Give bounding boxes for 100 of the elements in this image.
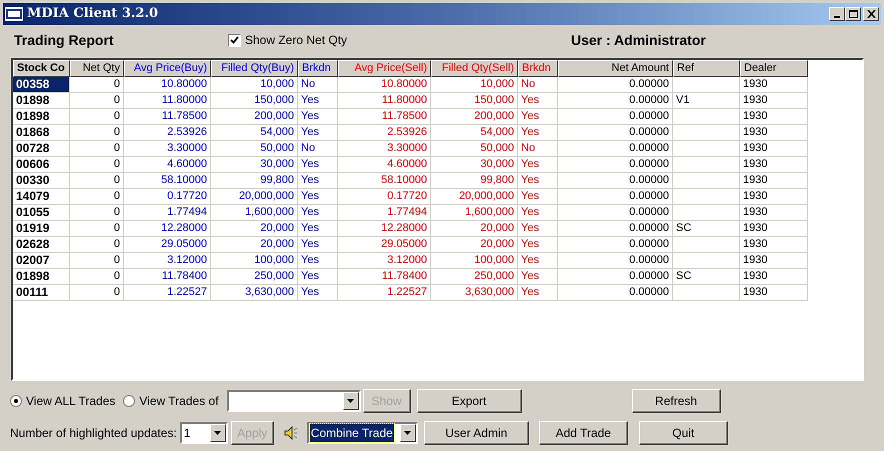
mode-select[interactable]: Combine Trade [306,422,418,444]
table-cell: 0 [70,285,124,301]
table-cell: 3.30000 [124,141,211,157]
column-header[interactable]: Dealer [740,60,808,77]
table-cell: 58.10000 [124,173,211,189]
table-cell: Yes [298,253,338,269]
table-cell: 0.00000 [558,221,673,237]
table-cell: 0.00000 [558,157,673,173]
speaker-icon[interactable] [284,426,298,440]
table-cell: 1930 [740,173,808,189]
table-cell: Yes [298,189,338,205]
maximize-icon [848,10,858,18]
table-cell: 58.10000 [338,173,431,189]
checkbox[interactable] [228,34,241,46]
column-header[interactable]: Filled Qty(Buy) [211,60,298,77]
table-cell: 1930 [740,77,808,93]
export-button[interactable]: Export [416,389,522,413]
table-cell: 1930 [740,157,808,173]
column-header[interactable]: Stock Co [13,60,70,77]
table-cell: 14079 [13,189,70,205]
table-cell: 1930 [740,109,808,125]
table-cell: 1930 [740,237,808,253]
table-cell: 0.00000 [558,237,673,253]
table-cell: Yes [518,237,558,253]
table-cell: 0 [70,109,124,125]
table-cell: Yes [298,237,338,253]
radio-button[interactable] [123,395,136,407]
column-header[interactable]: Ref [673,60,740,77]
table-cell [673,253,740,269]
table-cell: 00111 [13,285,70,301]
table-cell: 0 [70,173,124,189]
quit-button[interactable]: Quit [638,421,728,445]
table-cell: 11.80000 [124,93,211,109]
table-cell: 250,000 [431,269,518,285]
table-cell: 3.12000 [124,253,211,269]
table-cell: 00606 [13,157,70,173]
table-cell: 3,630,000 [211,285,298,301]
table-cell: 0 [70,237,124,253]
table-cell: 0 [70,189,124,205]
table-cell: No [298,141,338,157]
highlight-count-select[interactable]: 1 [180,422,228,444]
table-cell: 1,600,000 [211,205,298,221]
column-header[interactable]: Brkdn [298,60,338,77]
user-admin-button[interactable]: User Admin [424,421,529,445]
table-cell: Yes [298,173,338,189]
table-cell: 01898 [13,109,70,125]
table-cell: 100,000 [211,253,298,269]
table-cell: 250,000 [211,269,298,285]
table-cell: 11.78400 [124,269,211,285]
table-cell: 3.30000 [338,141,431,157]
table-cell: 0.00000 [558,93,673,109]
table-cell: Yes [518,221,558,237]
table-cell: 0 [70,77,124,93]
table-cell: 50,000 [431,141,518,157]
table-cell: 3.12000 [338,253,431,269]
table-cell: 11.78400 [338,269,431,285]
table-cell: 100,000 [431,253,518,269]
table-cell: 00728 [13,141,70,157]
table-cell: 1930 [740,221,808,237]
maximize-button[interactable] [845,7,861,21]
minimize-button[interactable] [829,7,845,21]
table-cell: 20,000 [431,221,518,237]
table-cell: SC [673,269,740,285]
radio-label: View ALL Trades [26,393,116,410]
table-cell: 99,800 [211,173,298,189]
table-cell: 1.22527 [124,285,211,301]
table-cell: 54,000 [211,125,298,141]
table-cell: 54,000 [431,125,518,141]
table-cell: 11.78500 [338,109,431,125]
column-header[interactable]: Avg Price(Buy) [124,60,211,77]
table-cell: 200,000 [211,109,298,125]
table-cell: 00358 [13,77,70,93]
column-header[interactable]: Net Amount [558,60,673,77]
report-title: Trading Report [14,30,115,50]
table-cell: 0 [70,125,124,141]
refresh-button[interactable]: Refresh [632,389,721,413]
table-cell: 10,000 [211,77,298,93]
table-cell: 150,000 [431,93,518,109]
table-cell: 29.05000 [124,237,211,253]
table-cell: 0 [70,141,124,157]
trader-select[interactable] [226,390,361,412]
app-icon [5,7,23,21]
table-cell: 3,630,000 [431,285,518,301]
table-cell: 00330 [13,173,70,189]
table-cell: 01055 [13,205,70,221]
table-cell [673,141,740,157]
table-cell: No [298,77,338,93]
add-trade-button[interactable]: Add Trade [538,421,628,445]
table-cell: 1930 [740,125,808,141]
table-cell [673,189,740,205]
table-cell: 10.80000 [338,77,431,93]
table-cell [673,237,740,253]
column-header[interactable]: Net Qty [70,60,124,77]
table-cell [673,77,740,93]
close-icon [866,10,876,18]
table-cell: Yes [298,221,338,237]
radio-button[interactable] [10,395,22,407]
table-cell: 0 [70,157,124,173]
close-button[interactable] [863,7,879,21]
table-cell: 1,600,000 [431,205,518,221]
